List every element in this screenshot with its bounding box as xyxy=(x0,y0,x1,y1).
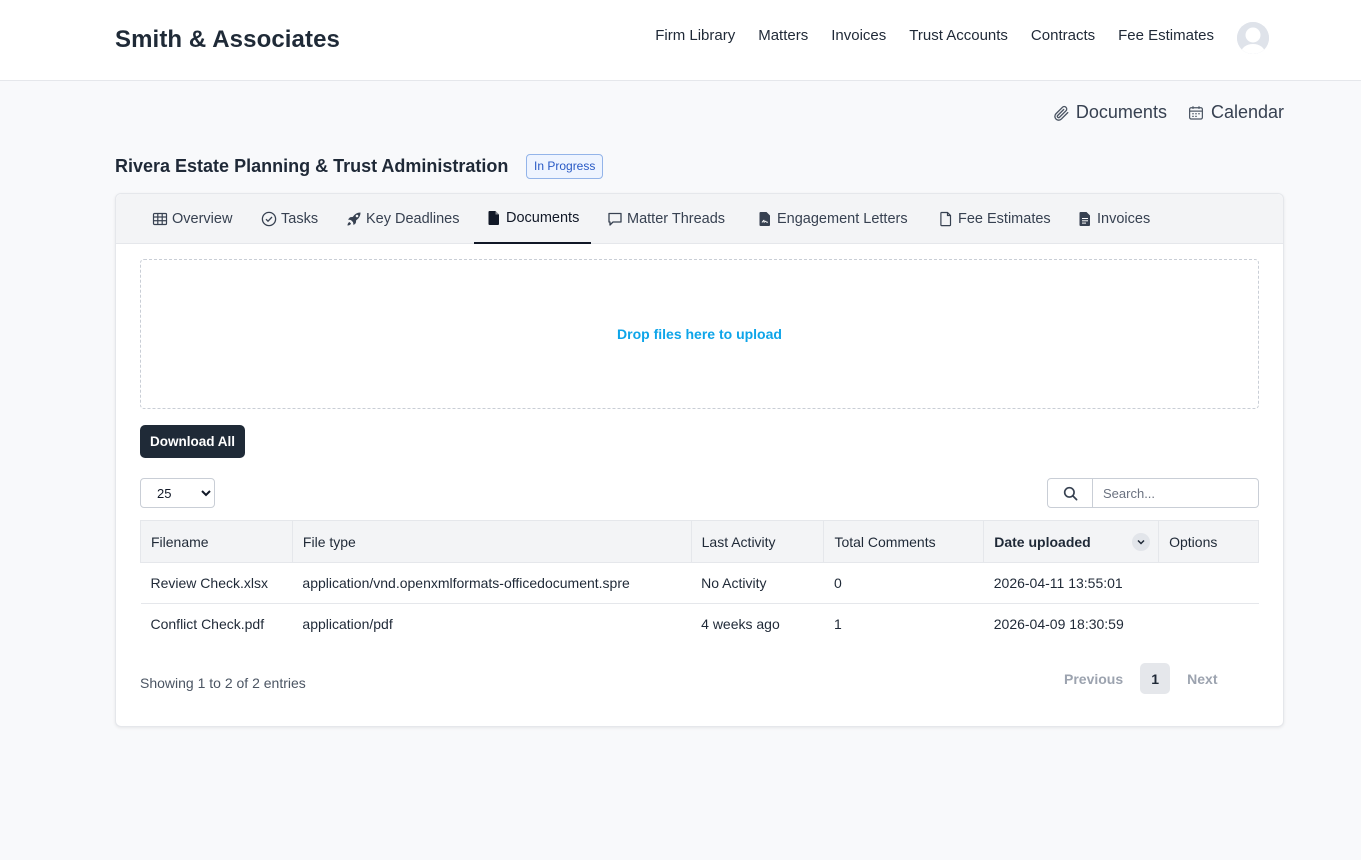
file-dropzone[interactable]: Drop files here to upload xyxy=(140,259,1259,409)
cell-file-type: application/vnd.openxmlformats-officedoc… xyxy=(292,562,692,604)
brand-name[interactable]: Smith & Associates xyxy=(115,26,340,54)
tab-tasks[interactable]: Tasks xyxy=(261,194,318,244)
nav-firm-library[interactable]: Firm Library xyxy=(655,27,735,44)
tab-overview[interactable]: Overview xyxy=(152,194,232,244)
calendar-icon xyxy=(1188,105,1203,120)
status-badge: In Progress xyxy=(526,154,604,179)
tab-label: Fee Estimates xyxy=(958,211,1051,227)
paperclip-icon xyxy=(1054,105,1069,121)
cell-filename[interactable]: Conflict Check.pdf xyxy=(141,604,293,645)
tab-label: Matter Threads xyxy=(627,211,726,227)
nav-contracts[interactable]: Contracts xyxy=(1031,27,1095,44)
calendar-link[interactable]: Calendar xyxy=(1187,102,1284,123)
tab-label: Tasks xyxy=(281,211,319,227)
document-filled-icon xyxy=(488,211,499,225)
tab-bar: Overview Tasks Key Deadlines Documents M… xyxy=(116,194,1283,244)
table-grid-icon xyxy=(152,212,168,226)
page-title: Rivera Estate Planning & Trust Administr… xyxy=(115,156,509,176)
documents-table: Filename File type Last Activity Total C… xyxy=(140,520,1259,645)
tab-documents[interactable]: Documents xyxy=(474,194,592,244)
column-header-date-uploaded[interactable]: Date uploaded xyxy=(983,520,1160,563)
matter-card: Overview Tasks Key Deadlines Documents M… xyxy=(115,193,1284,727)
tab-label: Key Deadlines xyxy=(366,211,460,227)
rocket-icon xyxy=(347,212,361,226)
table-row[interactable]: Conflict Check.pdf application/pdf 4 wee… xyxy=(141,604,1259,645)
pagination: Previous 1 Next xyxy=(1064,663,1218,694)
column-header-options: Options xyxy=(1158,520,1259,563)
tab-invoices[interactable]: Invoices xyxy=(1077,194,1150,244)
tab-fee-estimates[interactable]: Fee Estimates xyxy=(938,194,1051,244)
column-header-last-activity[interactable]: Last Activity xyxy=(691,520,825,563)
page-size-select[interactable]: 25 xyxy=(140,478,215,508)
nav-fee-estimates[interactable]: Fee Estimates xyxy=(1118,27,1214,44)
nav-trust-accounts[interactable]: Trust Accounts xyxy=(909,27,1008,44)
main-nav: Firm Library Matters Invoices Trust Acco… xyxy=(655,27,1214,44)
tab-label: Invoices xyxy=(1097,211,1151,227)
table-header-row: Filename File type Last Activity Total C… xyxy=(140,520,1259,563)
documents-link[interactable]: Documents xyxy=(1052,102,1167,123)
cell-date-uploaded: 2026-04-09 18:30:59 xyxy=(993,616,1124,633)
column-header-label: Date uploaded xyxy=(994,533,1091,550)
next-page-button[interactable]: Next xyxy=(1187,671,1217,687)
cell-date-uploaded: 2026-04-11 13:55:01 xyxy=(983,562,1159,604)
invoice-document-icon xyxy=(1079,212,1090,226)
tab-key-deadlines[interactable]: Key Deadlines xyxy=(346,194,460,244)
column-header-filename[interactable]: Filename xyxy=(140,520,293,563)
tab-engagement-letters[interactable]: Engagement Letters xyxy=(757,194,908,244)
cell-total-comments: 1 xyxy=(833,616,842,633)
cell-last-activity: No Activity xyxy=(691,562,824,604)
chevron-down-icon xyxy=(1137,539,1145,545)
previous-page-button[interactable]: Previous xyxy=(1064,671,1123,687)
nav-invoices[interactable]: Invoices xyxy=(831,27,886,44)
top-navbar: Smith & Associates Firm Library Matters … xyxy=(0,0,1361,81)
documents-link-label: Documents xyxy=(1075,102,1167,122)
cell-total-comments: 0 xyxy=(823,562,984,604)
chat-square-icon xyxy=(608,212,622,226)
search-button[interactable] xyxy=(1048,479,1093,507)
tab-matter-threads[interactable]: Matter Threads xyxy=(607,194,725,244)
download-all-button[interactable]: Download All xyxy=(140,425,245,458)
search-icon xyxy=(1063,486,1077,500)
tab-label: Engagement Letters xyxy=(777,211,908,227)
column-header-total-comments[interactable]: Total Comments xyxy=(823,520,985,563)
check-circle-icon xyxy=(261,211,277,227)
sort-descending-button[interactable] xyxy=(1132,533,1151,551)
cell-filename[interactable]: Review Check.xlsx xyxy=(140,562,293,604)
table-info: Showing 1 to 2 of 2 entries xyxy=(140,675,306,691)
nav-matters[interactable]: Matters xyxy=(758,27,808,44)
signed-document-icon xyxy=(759,212,770,226)
cell-file-type: application/pdf xyxy=(302,616,393,633)
tab-label: Documents xyxy=(506,210,580,226)
document-outline-icon xyxy=(940,211,952,227)
table-row[interactable]: Review Check.xlsx application/vnd.openxm… xyxy=(140,562,1259,604)
calendar-link-label: Calendar xyxy=(1210,102,1284,122)
dropzone-label: Drop files here to upload xyxy=(617,326,782,342)
cell-options[interactable] xyxy=(1158,562,1259,604)
page-1-button[interactable]: 1 xyxy=(1140,663,1171,694)
cell-last-activity: 4 weeks ago xyxy=(701,616,780,633)
cell-options[interactable] xyxy=(1159,604,1259,645)
column-header-file-type[interactable]: File type xyxy=(292,520,692,563)
user-avatar-icon xyxy=(1237,22,1269,54)
search-input[interactable] xyxy=(1093,479,1258,507)
tab-label: Overview xyxy=(172,211,233,227)
user-avatar[interactable] xyxy=(1237,22,1269,54)
quick-links: Documents Calendar xyxy=(1052,102,1284,123)
search-box xyxy=(1047,478,1259,508)
